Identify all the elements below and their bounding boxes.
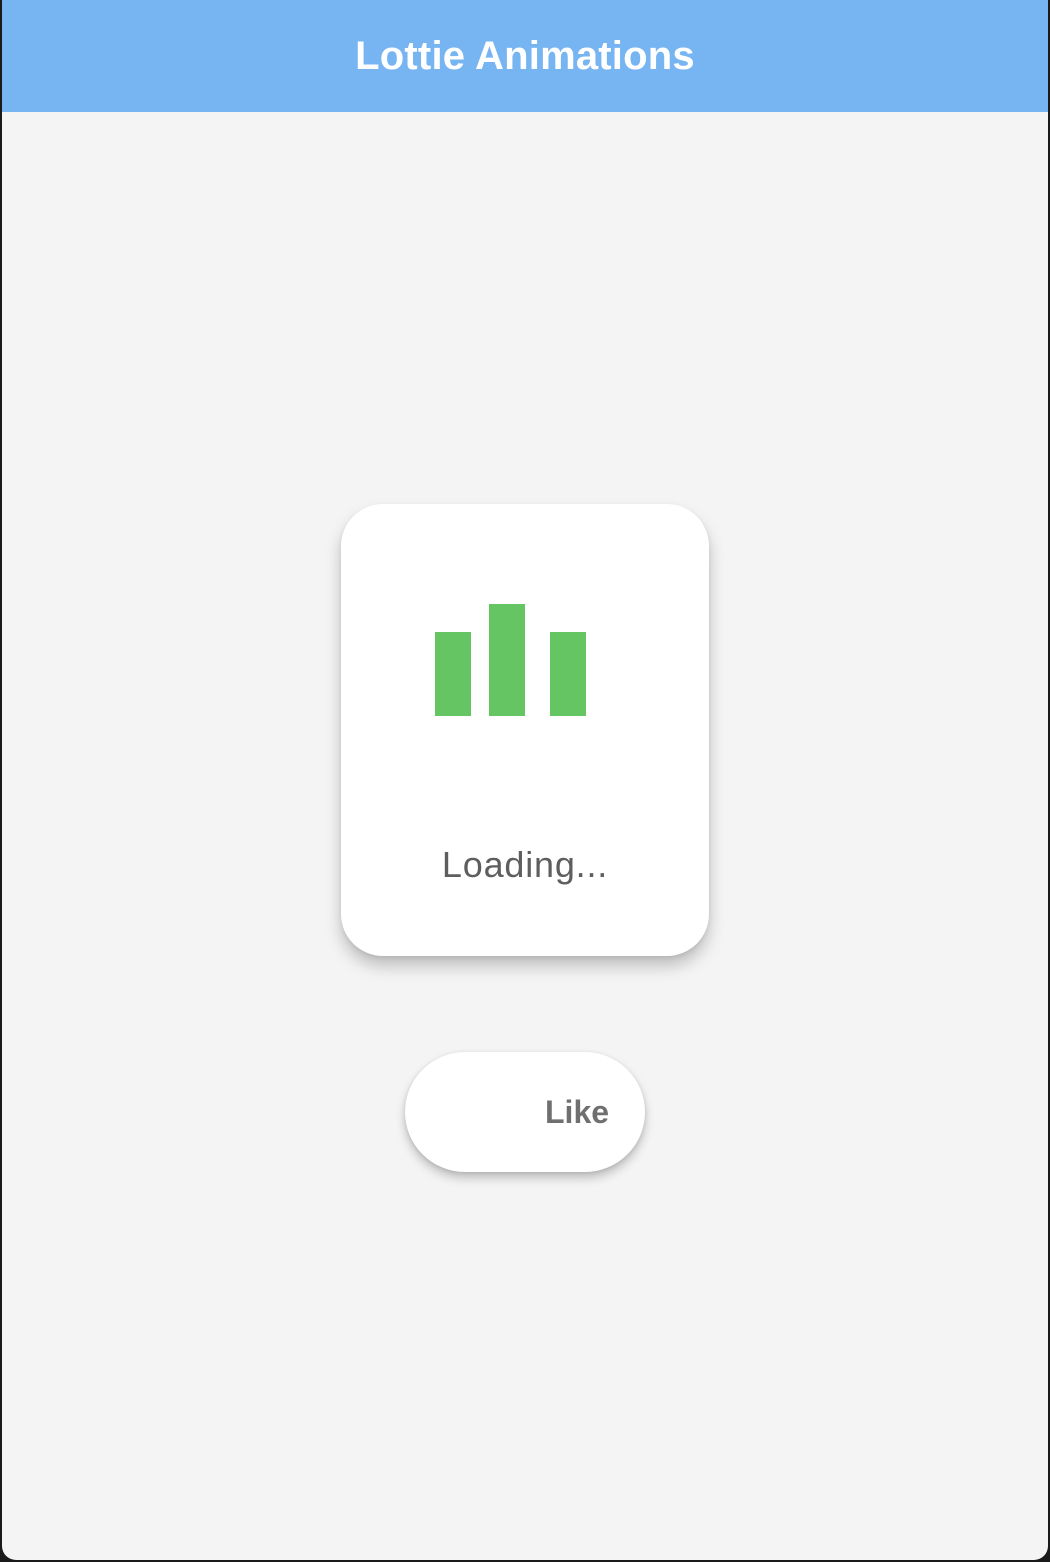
loading-bar-middle (489, 604, 525, 716)
loading-label: Loading... (441, 844, 609, 885)
loading-bar-right (550, 632, 586, 716)
app-screen: Lottie Animations Loading... Like (2, 0, 1048, 1560)
heart-icon (443, 1082, 503, 1142)
page-title: Lottie Animations (355, 33, 695, 78)
loading-bar-left (435, 632, 471, 716)
loading-bars-animation (341, 504, 709, 804)
like-button[interactable]: Like (405, 1052, 645, 1172)
loading-card: Loading... (341, 504, 709, 956)
like-button-label: Like (545, 1094, 610, 1130)
app-bar: Lottie Animations (2, 0, 1048, 112)
